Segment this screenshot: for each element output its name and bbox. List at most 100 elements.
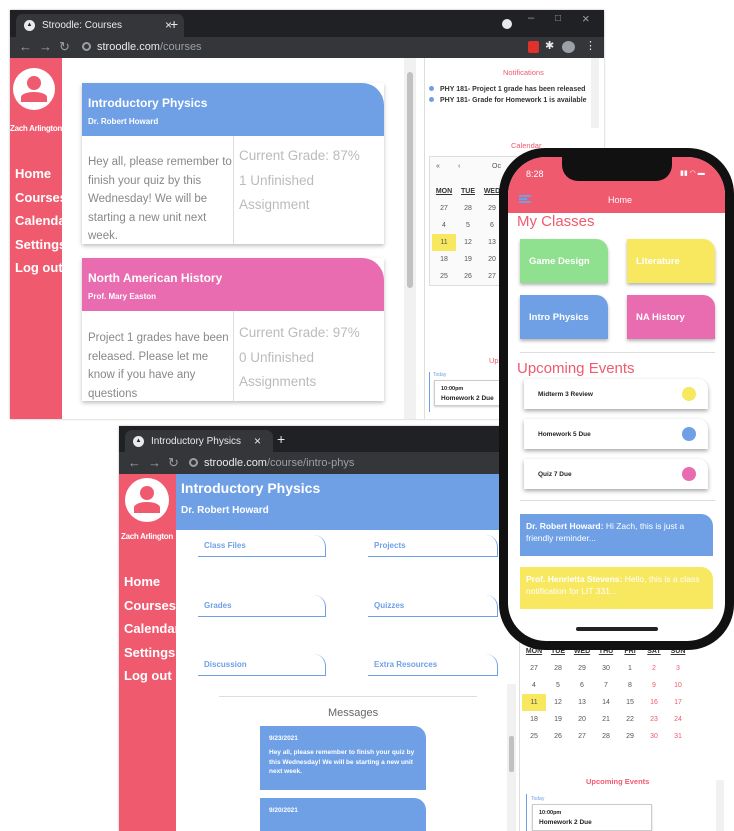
calendar-day[interactable]: 5	[456, 217, 480, 234]
calendar-day[interactable]: 2	[642, 660, 666, 677]
reload-icon[interactable]: ↻	[168, 455, 179, 471]
calendar-day-today[interactable]: 11	[432, 234, 456, 251]
back-icon[interactable]: ←	[19, 39, 32, 54]
calendar-day[interactable]: 5	[546, 677, 570, 694]
nav-logout[interactable]: Log out	[15, 256, 71, 280]
calendar-day[interactable]: 22	[618, 711, 642, 728]
home-indicator[interactable]	[576, 627, 658, 631]
close-tab-icon[interactable]: ×	[254, 434, 261, 448]
prev-year-icon[interactable]: «	[436, 163, 440, 170]
calendar-day[interactable]: 26	[546, 728, 570, 745]
calendar-day[interactable]: 6	[570, 677, 594, 694]
maximize-icon[interactable]: □	[555, 13, 561, 24]
nav-settings[interactable]: Settings	[15, 233, 71, 257]
calendar-day[interactable]: 28	[456, 200, 480, 217]
event-card[interactable]: Homework 5 Due	[524, 419, 708, 449]
prev-month-icon[interactable]: ‹	[458, 163, 460, 170]
calendar-day[interactable]: 12	[546, 694, 570, 711]
class-card-game-design[interactable]: Game Design	[520, 239, 608, 283]
calendar-day[interactable]: 29	[618, 728, 642, 745]
nav-home[interactable]: Home	[15, 162, 71, 186]
nav-home[interactable]: Home	[124, 570, 180, 594]
panel-scrollbar[interactable]	[591, 58, 599, 128]
calendar-day[interactable]: 20	[570, 711, 594, 728]
calendar-day[interactable]: 15	[618, 694, 642, 711]
main-scrollbar[interactable]	[507, 684, 516, 831]
user-avatar-icon[interactable]	[125, 478, 169, 522]
phone-message-card[interactable]: Dr. Robert Howard: Hi Zach, this is just…	[520, 514, 713, 556]
course-card[interactable]: North American History Prof. Mary Easton…	[82, 258, 384, 401]
menu-icon[interactable]: ⋮	[585, 39, 596, 52]
calendar-day[interactable]: 19	[456, 251, 480, 268]
panel-scrollbar[interactable]	[716, 780, 724, 831]
calendar-day[interactable]: 25	[432, 268, 456, 285]
minimize-icon[interactable]: –	[528, 12, 534, 24]
calendar-day[interactable]: 13	[570, 694, 594, 711]
event-card[interactable]: Midterm 3 Review	[524, 379, 708, 409]
calendar-day[interactable]: 14	[594, 694, 618, 711]
calendar-day[interactable]: 26	[456, 268, 480, 285]
link-projects[interactable]: Projects	[368, 535, 498, 557]
unfinished-assignments[interactable]: 1 Unfinished Assignment	[239, 169, 384, 217]
message-card[interactable]: 9/20/2021	[260, 798, 426, 831]
site-info-icon[interactable]	[189, 458, 198, 467]
scrollbar-thumb[interactable]	[407, 72, 413, 288]
close-window-icon[interactable]: ×	[582, 11, 590, 26]
class-card-na-history[interactable]: NA History	[627, 295, 715, 339]
notification-item[interactable]: PHY 181- Grade for Homework 1 is availab…	[429, 97, 587, 104]
nav-logout[interactable]: Log out	[124, 664, 180, 688]
calendar-day[interactable]: 23	[642, 711, 666, 728]
calendar-day[interactable]: 1	[618, 660, 642, 677]
nav-courses[interactable]: Courses	[124, 594, 180, 618]
calendar-day[interactable]: 30	[642, 728, 666, 745]
url-field[interactable]: stroodle.com/courses	[97, 41, 202, 53]
calendar-day[interactable]: 25	[522, 728, 546, 745]
calendar-day[interactable]: 3	[666, 660, 690, 677]
calendar-day[interactable]: 4	[522, 677, 546, 694]
calendar-day[interactable]: 9	[642, 677, 666, 694]
hamburger-menu-icon[interactable]	[519, 195, 531, 203]
browser-tab[interactable]: ▲ Introductory Physics ×	[125, 430, 273, 452]
calendar-day[interactable]: 19	[546, 711, 570, 728]
link-discussion[interactable]: Discussion	[198, 654, 326, 676]
calendar-day[interactable]: 30	[594, 660, 618, 677]
url-field[interactable]: stroodle.com/course/intro-phys	[204, 457, 354, 469]
message-card[interactable]: 9/23/2021 Hey all, please remember to fi…	[260, 726, 426, 790]
link-extra-resources[interactable]: Extra Resources	[368, 654, 498, 676]
site-info-icon[interactable]	[82, 42, 91, 51]
calendar-day[interactable]: 28	[594, 728, 618, 745]
calendar-day[interactable]: 7	[594, 677, 618, 694]
main-scrollbar[interactable]	[404, 58, 416, 419]
nav-calendar[interactable]: Calendar	[124, 617, 180, 641]
link-grades[interactable]: Grades	[198, 595, 326, 617]
calendar-day[interactable]: 24	[666, 711, 690, 728]
calendar-day[interactable]: 18	[432, 251, 456, 268]
profile-icon[interactable]	[502, 19, 512, 29]
calendar-day[interactable]: 18	[522, 711, 546, 728]
calendar-day[interactable]: 29	[570, 660, 594, 677]
forward-icon[interactable]: →	[39, 39, 52, 54]
nav-calendar[interactable]: Calendar	[15, 209, 71, 233]
link-class-files[interactable]: Class Files	[198, 535, 326, 557]
course-title[interactable]: North American History	[88, 271, 222, 285]
user-avatar-icon[interactable]	[13, 68, 55, 110]
extensions-puzzle-icon[interactable]: ✱	[545, 39, 554, 52]
calendar-day[interactable]: 27	[522, 660, 546, 677]
back-icon[interactable]: ←	[128, 455, 141, 470]
new-tab-icon[interactable]: +	[277, 431, 285, 447]
pdf-extension-icon[interactable]	[528, 41, 539, 53]
calendar-day[interactable]: 21	[594, 711, 618, 728]
profile-avatar-icon[interactable]	[562, 41, 575, 53]
class-card-literature[interactable]: Literature	[627, 239, 715, 283]
calendar-day[interactable]: 27	[570, 728, 594, 745]
class-card-intro-physics[interactable]: Intro Physics	[520, 295, 608, 339]
notification-item[interactable]: PHY 181- Project 1 grade has been releas…	[429, 86, 585, 93]
phone-message-card[interactable]: Prof. Henrietta Stevens: Hello, this is …	[520, 567, 713, 609]
event-card[interactable]: Quiz 7 Due	[524, 459, 708, 489]
course-card[interactable]: Introductory Physics Dr. Robert Howard H…	[82, 83, 384, 244]
course-title[interactable]: Introductory Physics	[88, 96, 207, 110]
browser-tab[interactable]: ▲ Stroodle: Courses ×	[16, 14, 184, 37]
reload-icon[interactable]: ↻	[59, 39, 70, 55]
calendar-day[interactable]: 16	[642, 694, 666, 711]
unfinished-assignments[interactable]: 0 Unfinished Assignments	[239, 346, 384, 394]
